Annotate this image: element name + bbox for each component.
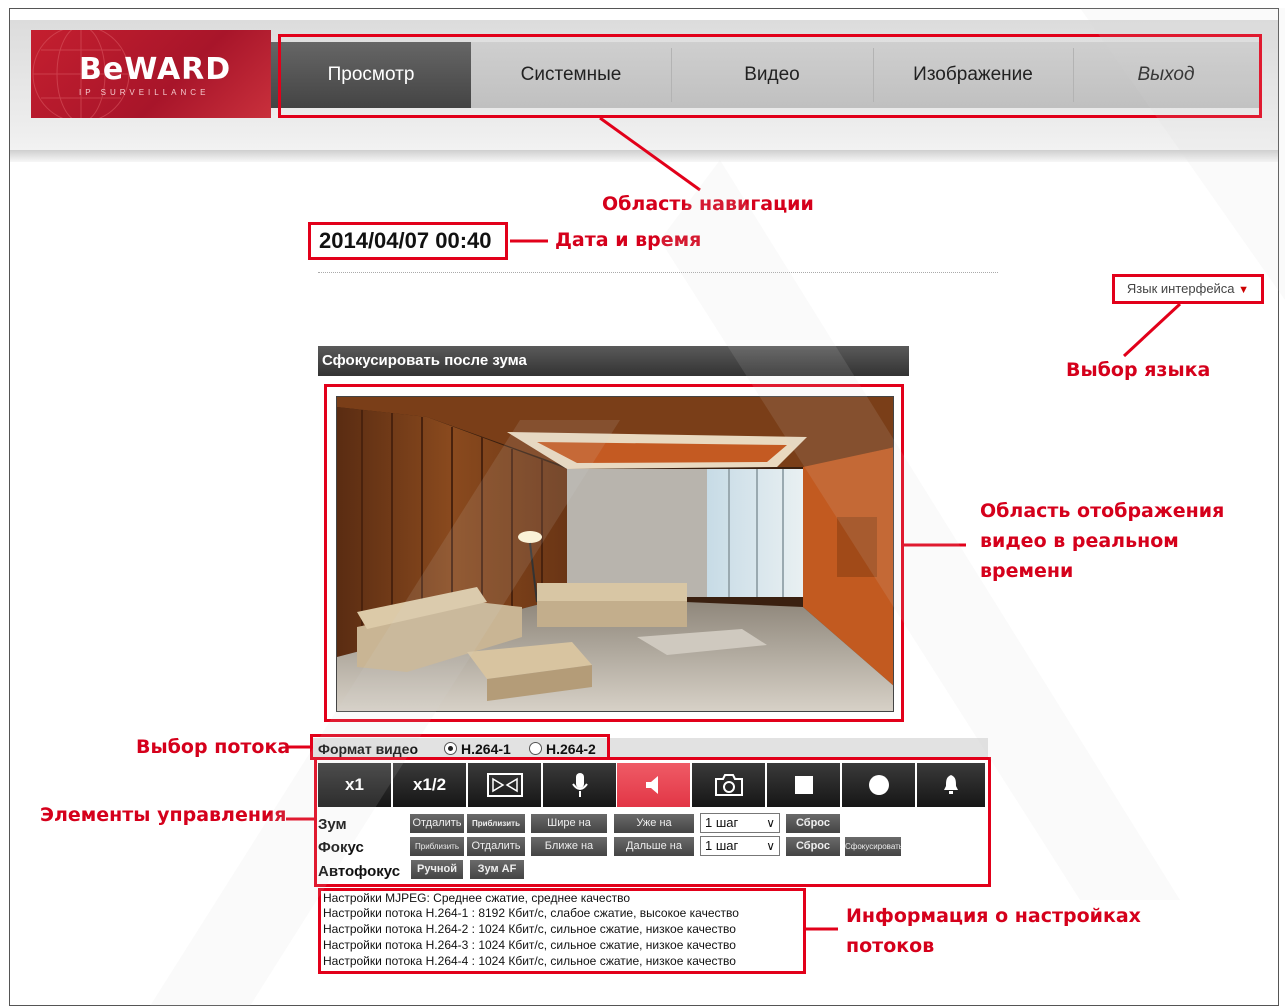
logo-text: BeWARD: [79, 52, 232, 87]
live-video-view[interactable]: [336, 396, 894, 712]
annotation-stream-select: Выбор потока: [136, 736, 291, 758]
nav-highlight-box: [278, 34, 1262, 118]
annotation-video-area: видео в реальном: [980, 530, 1179, 552]
panel-title: Сфокусировать после зума: [318, 346, 909, 376]
controls-highlight-box: [314, 757, 991, 887]
annotation-stream-info: потоков: [846, 935, 935, 957]
stream-info-highlight-box: [318, 888, 806, 974]
annotation-video-area: Область отображения: [980, 500, 1225, 522]
language-select[interactable]: Язык интерфейса ▼: [1112, 274, 1264, 304]
annotation-video-area: времени: [980, 560, 1074, 582]
logo-tagline: IP SURVEILLANCE: [79, 88, 210, 97]
room-scene-image: [337, 397, 893, 711]
datetime-display: 2014/04/07 00:40: [308, 222, 508, 260]
dropdown-arrow-icon: ▼: [1238, 284, 1250, 296]
annotation-nav-area: Область навигации: [602, 193, 814, 215]
annotation-language: Выбор языка: [1066, 359, 1211, 381]
dotted-divider: [318, 272, 998, 273]
annotation-stream-info: Информация о настройках: [846, 905, 1141, 927]
annotation-datetime: Дата и время: [555, 229, 702, 251]
beward-logo[interactable]: BeWARD IP SURVEILLANCE: [31, 30, 271, 118]
header-divider: [10, 150, 1278, 162]
annotation-controls: Элементы управления: [40, 804, 287, 826]
language-select-label: Язык интерфейса: [1126, 281, 1235, 296]
